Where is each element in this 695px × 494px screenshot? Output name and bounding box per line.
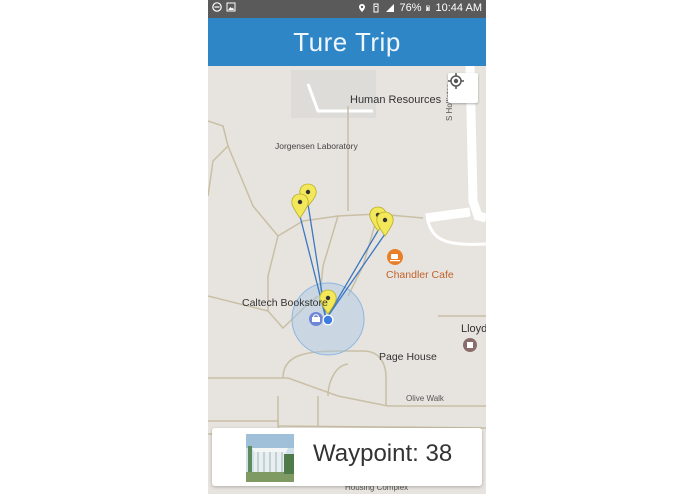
phone-screen: 76% 10:44 AM Ture Trip Human Resources J…	[208, 0, 486, 494]
app-bar: Ture Trip	[208, 18, 486, 66]
label-lloyd: Lloyd	[461, 323, 486, 335]
bookstore-icon[interactable]	[309, 312, 323, 326]
waypoint-thumbnail	[246, 434, 294, 482]
label-human-resources: Human Resources	[350, 94, 442, 106]
landmark-icon[interactable]	[463, 338, 477, 352]
waypoint-label: Waypoint: 38	[313, 440, 453, 467]
label-page-house: Page House	[379, 351, 437, 363]
road-curve	[426, 220, 486, 246]
my-location-button[interactable]	[448, 73, 478, 103]
battery-percent: 76%	[399, 2, 422, 14]
wifi-calling-icon	[373, 3, 379, 13]
battery-icon	[425, 5, 430, 11]
status-bar: 76% 10:44 AM	[208, 0, 486, 18]
road-east	[425, 207, 471, 223]
location-icon	[359, 4, 366, 12]
waypoint-card[interactable]: Waypoint: 38	[212, 428, 482, 486]
crosshair-icon	[448, 73, 464, 89]
waypoint-marker[interactable]	[291, 193, 309, 219]
signal-icon	[386, 4, 395, 12]
waypoint-marker[interactable]	[376, 211, 394, 237]
clock: 10:44 AM	[435, 2, 482, 14]
my-location-dot	[323, 315, 333, 325]
label-jorgensen-laboratory: Jorgensen Laboratory	[275, 141, 358, 151]
gallery-icon	[226, 2, 236, 12]
label-chandler-cafe: Chandler Cafe	[386, 269, 454, 281]
app-title: Ture Trip	[293, 26, 401, 57]
cafe-icon[interactable]	[387, 249, 403, 265]
label-caltech-bookstore: Caltech Bookstore	[242, 297, 328, 309]
label-olive-walk: Olive Walk	[406, 394, 444, 403]
do-not-disturb-icon	[212, 2, 222, 12]
